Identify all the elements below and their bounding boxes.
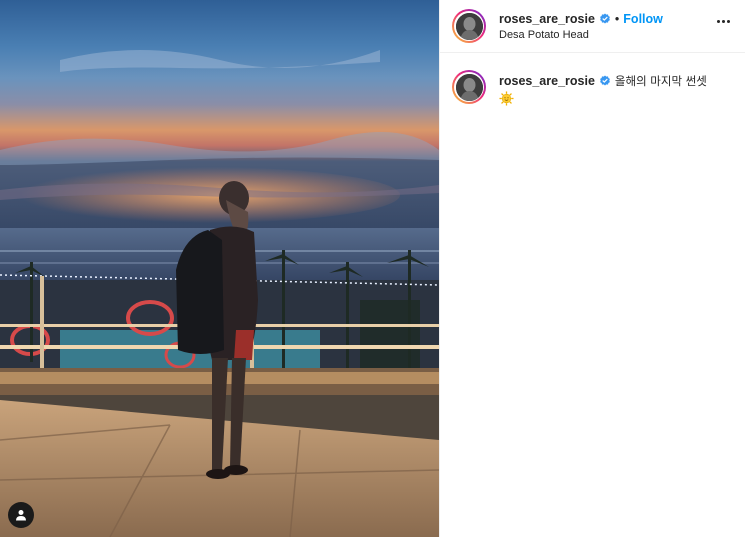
caption-username-link[interactable]: roses_are_rosie bbox=[499, 73, 595, 89]
user-tag-icon bbox=[16, 510, 26, 521]
post-header: roses_are_rosie • Follow Desa Potato Hea… bbox=[440, 0, 745, 53]
instagram-post-view: roses_are_rosie • Follow Desa Potato Hea… bbox=[0, 0, 745, 537]
header-text: roses_are_rosie • Follow Desa Potato Hea… bbox=[499, 11, 663, 42]
verified-badge-icon bbox=[600, 13, 610, 23]
post-sidebar: roses_are_rosie • Follow Desa Potato Hea… bbox=[439, 0, 745, 537]
caption-body: roses_are_rosie 올해의 마지막 썬셋 bbox=[499, 69, 707, 106]
separator-dot: • bbox=[614, 11, 620, 26]
caption-row: roses_are_rosie 올해의 마지막 썬셋 bbox=[440, 53, 745, 106]
post-photo[interactable] bbox=[0, 0, 439, 537]
avatar[interactable] bbox=[452, 9, 486, 43]
sun-with-face-emoji-icon bbox=[499, 91, 514, 106]
more-horizontal-icon bbox=[716, 19, 720, 23]
user-tag-button[interactable] bbox=[8, 502, 34, 528]
username-link[interactable]: roses_are_rosie bbox=[499, 11, 595, 27]
follow-button[interactable]: Follow bbox=[623, 11, 663, 27]
avatar-image bbox=[455, 12, 483, 40]
sunset-photo-image bbox=[0, 0, 439, 537]
caption-text: 올해의 마지막 썬셋 bbox=[614, 74, 707, 88]
caption-avatar-image bbox=[455, 73, 483, 101]
location-link[interactable]: Desa Potato Head bbox=[499, 28, 663, 42]
caption-avatar[interactable] bbox=[452, 70, 486, 104]
caption-verified-badge-icon bbox=[600, 75, 610, 86]
more-options-button[interactable] bbox=[713, 13, 733, 29]
